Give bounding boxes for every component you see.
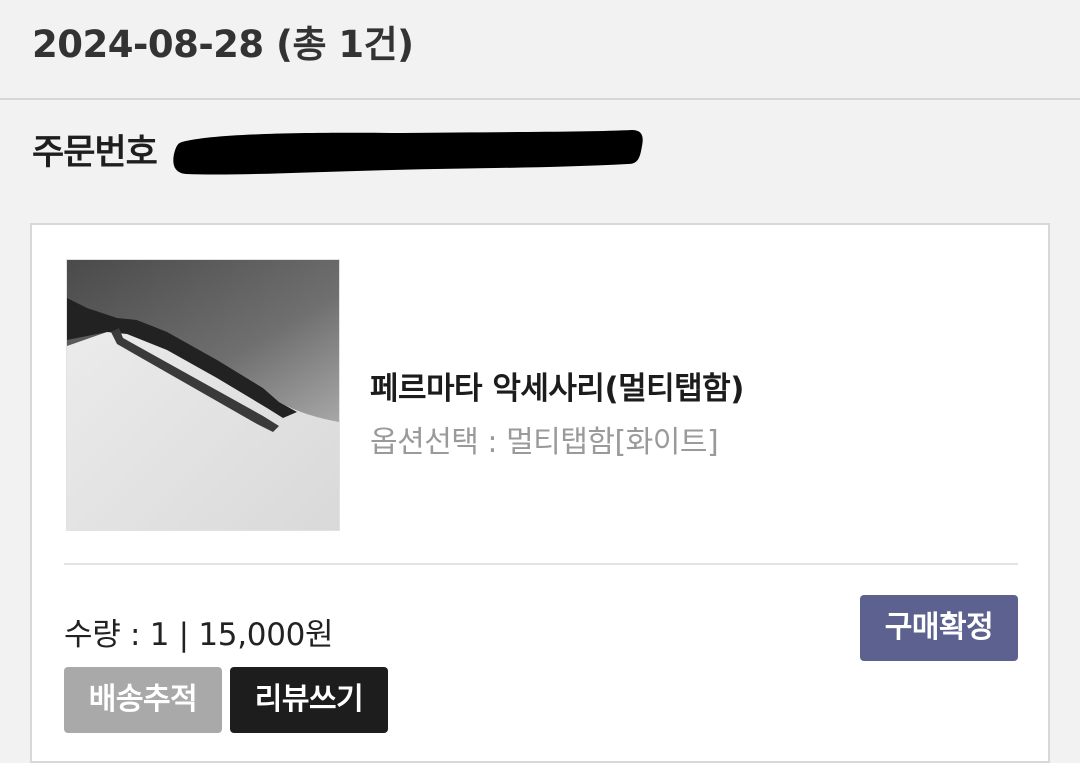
product-option: 옵션선택 : 멀티탭함[화이트] (370, 425, 719, 460)
track-shipping-button[interactable]: 배송추적 (64, 667, 222, 733)
redaction-mark (173, 130, 643, 175)
product-image (67, 260, 339, 530)
product-name[interactable]: 페르마타 악세사리(멀티탭함) (370, 363, 744, 408)
order-date-title: 2024-08-28 (총 1건) (32, 23, 414, 66)
product-thumbnail[interactable] (66, 259, 340, 531)
order-number-row: 주문번호 (32, 120, 732, 180)
confirm-purchase-button[interactable]: 구매확정 (860, 595, 1018, 661)
order-number-label: 주문번호 (32, 133, 158, 173)
quantity-price: 수량 : 1 | 15,000원 (64, 617, 334, 653)
divider (64, 563, 1018, 565)
date-header: 2024-08-28 (총 1건) (0, 0, 1080, 100)
order-item-card: 페르마타 악세사리(멀티탭함) 옵션선택 : 멀티탭함[화이트] 수량 : 1 … (30, 223, 1050, 763)
write-review-button[interactable]: 리뷰쓰기 (230, 667, 388, 733)
